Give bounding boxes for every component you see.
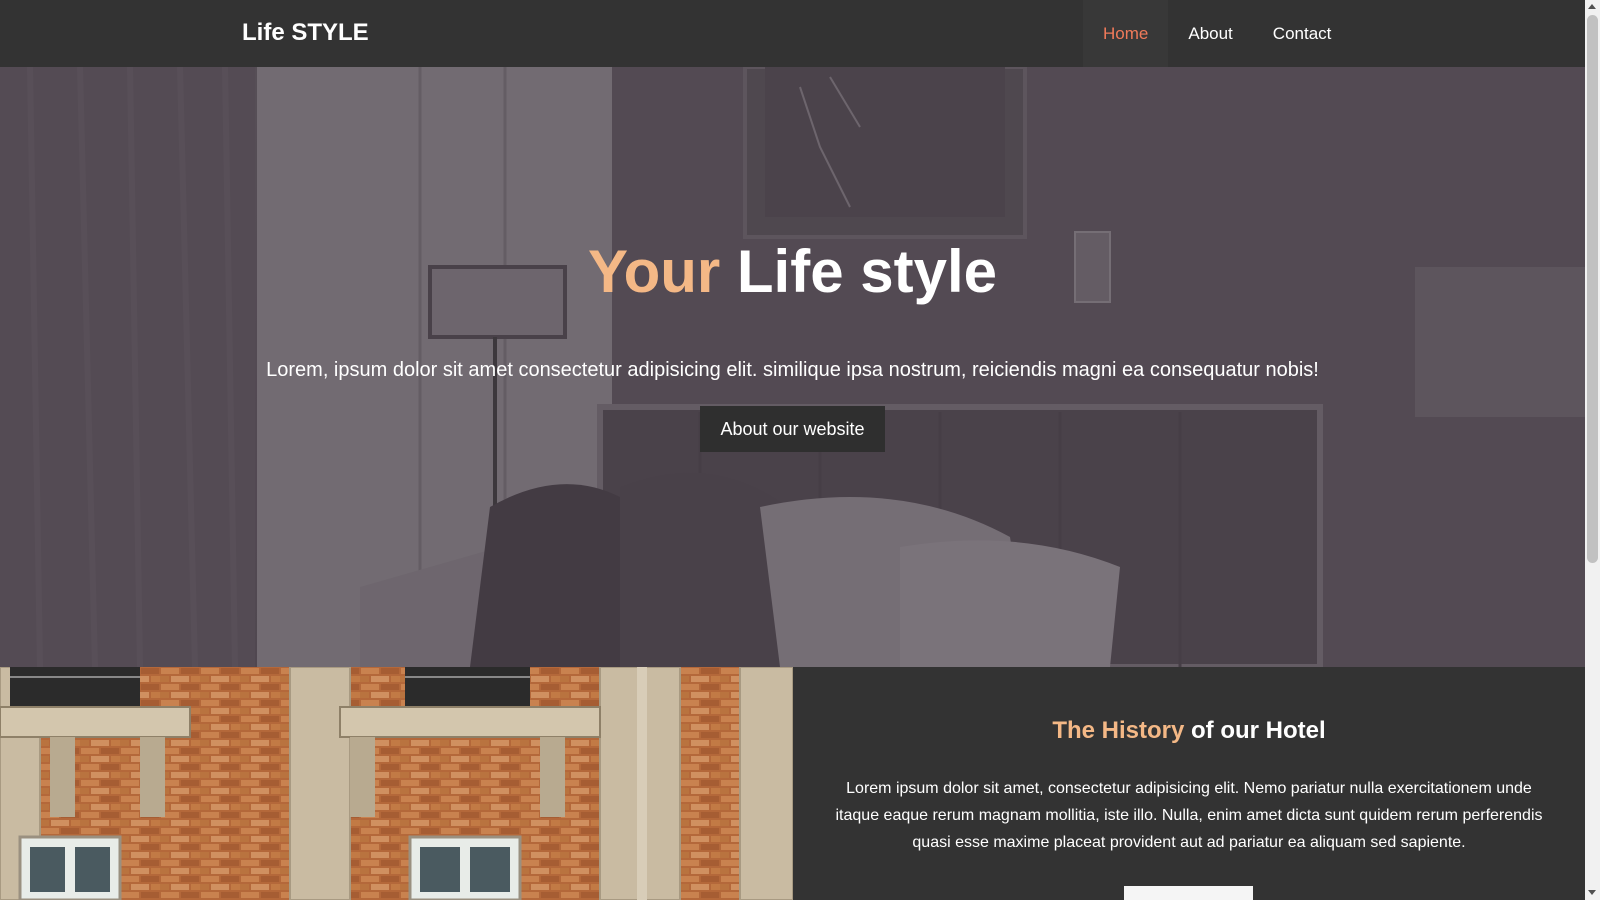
- history-title-rest: of our Hotel: [1184, 717, 1326, 744]
- history-title: The History of our Hotel: [793, 717, 1585, 745]
- hero-subtitle: Lorem, ipsum dolor sit amet consectetur …: [266, 359, 1319, 381]
- nav-item-about[interactable]: About: [1168, 0, 1252, 67]
- history-panel: The History of our Hotel Lorem ipsum dol…: [793, 667, 1585, 900]
- history-button[interactable]: [1124, 886, 1253, 900]
- history-section: The History of our Hotel Lorem ipsum dol…: [0, 667, 1585, 900]
- scroll-down-arrow-icon[interactable]: [1588, 890, 1596, 895]
- history-title-accent: The History: [1052, 717, 1185, 744]
- nav-item-home[interactable]: Home: [1083, 0, 1169, 67]
- brand-logo[interactable]: Life STYLE: [242, 19, 369, 47]
- hero-section: Your Life style Lorem, ipsum dolor sit a…: [0, 67, 1585, 667]
- nav-menu: Home About Contact: [1083, 0, 1351, 67]
- hotel-facade-image: [0, 667, 793, 900]
- scrollbar-thumb[interactable]: [1587, 15, 1598, 563]
- hero-title-accent: Your: [588, 238, 721, 305]
- hero-title: Your Life style: [0, 237, 1585, 306]
- navbar: Life STYLE Home About Contact: [0, 0, 1585, 67]
- page: Life STYLE Home About Contact Your Life …: [0, 0, 1585, 900]
- hero-title-rest: Life style: [720, 238, 997, 305]
- history-text: Lorem ipsum dolor sit amet, consectetur …: [835, 780, 1543, 851]
- vertical-scrollbar[interactable]: [1585, 0, 1600, 900]
- about-website-button[interactable]: About our website: [700, 406, 885, 452]
- nav-item-contact[interactable]: Contact: [1253, 0, 1352, 67]
- scroll-up-arrow-icon[interactable]: [1588, 4, 1596, 9]
